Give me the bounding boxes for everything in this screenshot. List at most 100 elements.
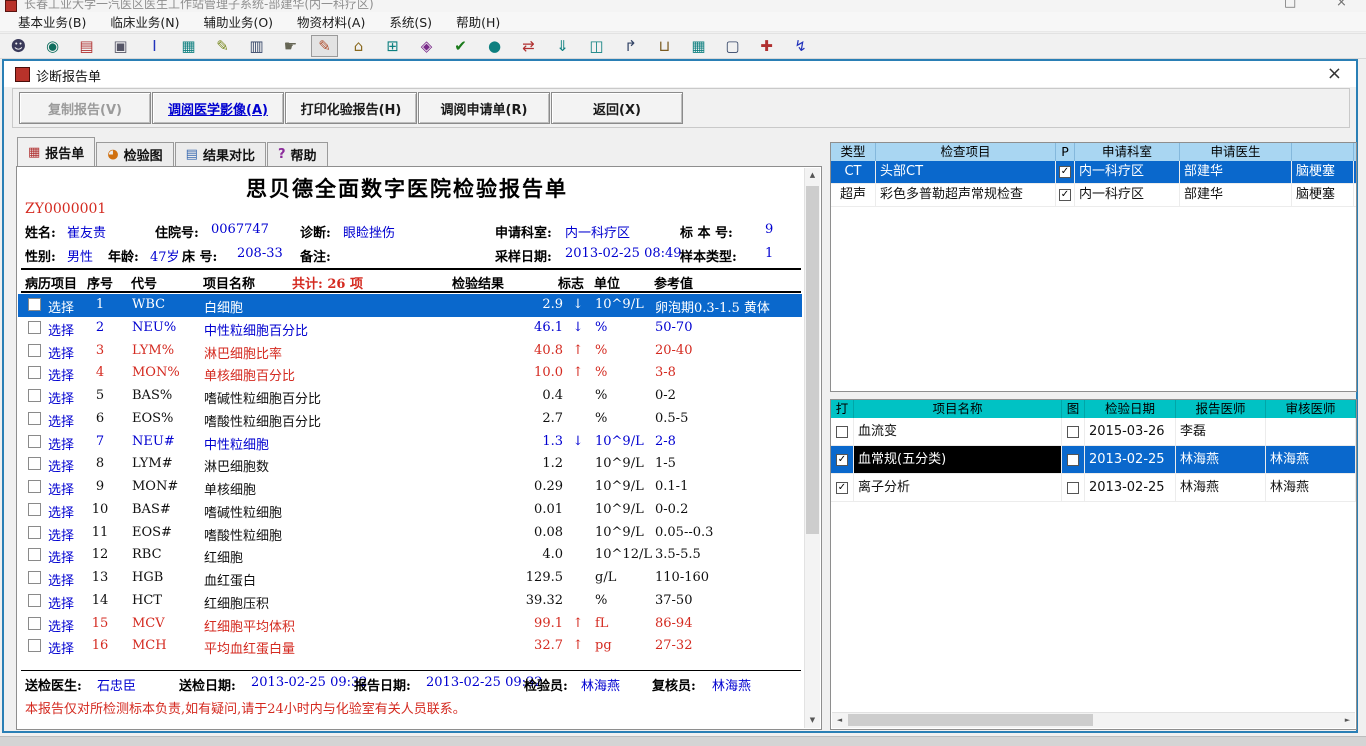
toolbar-button-24[interactable]: ↯ [787,35,814,57]
lab-row-2[interactable]: 选择2NEU%中性粒细胞百分比46.1↓%50-70 [18,317,802,340]
toolbar-button-6[interactable]: ▦ [175,35,202,57]
lab-row-4[interactable]: 选择4MON%单核细胞百分比10.0↑%3-8 [18,362,802,385]
toolbar-button-18[interactable]: ◫ [583,35,610,57]
hscrollbar-thumb[interactable] [848,714,1093,726]
lab-row-7[interactable]: 选择7NEU#中性粒细胞1.3↓10^9/L2-8 [18,431,802,454]
row-checkbox[interactable] [28,594,41,607]
row-checkbox[interactable] [28,548,41,561]
result-print-checkbox[interactable] [836,426,848,438]
row-select-label[interactable]: 选择 [48,320,74,339]
toolbar-button-19[interactable]: ↱ [617,35,644,57]
view-medical-images-button[interactable]: 调阅医学影像(A) [152,92,284,124]
toolbar-button-2[interactable]: ◉ [39,35,66,57]
report-vertical-scrollbar[interactable]: ▲ ▼ [804,168,820,728]
toolbar-button-15[interactable]: ● [481,35,508,57]
exam-print-checkbox[interactable]: ✓ [1059,189,1071,201]
tab-help[interactable]: ?帮助 [267,142,328,166]
toolbar-button-12[interactable]: ⊞ [379,35,406,57]
tab-test-chart[interactable]: ◕检验图 [96,142,173,166]
row-select-label[interactable]: 选择 [48,388,74,407]
menu-item-1[interactable]: 基本业务(B) [6,12,98,31]
row-select-label[interactable]: 选择 [48,502,74,521]
row-select-label[interactable]: 选择 [48,570,74,589]
lab-row-15[interactable]: 选择15MCV红细胞平均体积99.1↑fL86-94 [18,613,802,636]
row-checkbox[interactable] [28,321,41,334]
toolbar-button-13[interactable]: ◈ [413,35,440,57]
row-checkbox[interactable] [28,435,41,448]
scroll-down-arrow[interactable]: ▼ [805,713,820,728]
result-img-checkbox[interactable] [1067,482,1079,494]
lab-row-6[interactable]: 选择6EOS%嗜酸性粒细胞百分比2.7%0.5-5 [18,408,802,431]
return-button[interactable]: 返回(X) [551,92,683,124]
result-img-checkbox[interactable] [1067,426,1079,438]
scroll-right-arrow[interactable]: ► [1340,713,1355,728]
lab-row-8[interactable]: 选择8LYM#淋巴细胞数1.210^9/L1-5 [18,453,802,476]
lab-row-11[interactable]: 选择11EOS#嗜酸性粒细胞0.0810^9/L0.05--0.3 [18,522,802,545]
restore-button[interactable]: □ [1284,0,1296,10]
lab-row-3[interactable]: 选择3LYM%淋巴细胞比率40.8↑%20-40 [18,340,802,363]
row-checkbox[interactable] [28,457,41,470]
toolbar-button-11[interactable]: ⌂ [345,35,372,57]
row-select-label[interactable]: 选择 [48,547,74,566]
toolbar-button-22[interactable]: ▢ [719,35,746,57]
result-row-2[interactable]: ✓血常规(五分类)2013-02-25林海燕林海燕 [831,446,1356,474]
scroll-up-arrow[interactable]: ▲ [805,168,820,183]
toolbar-button-4[interactable]: ▣ [107,35,134,57]
toolbar-button-16[interactable]: ⇄ [515,35,542,57]
row-select-label[interactable]: 选择 [48,434,74,453]
lab-row-9[interactable]: 选择9MON#单核细胞0.2910^9/L0.1-1 [18,476,802,499]
row-select-label[interactable]: 选择 [48,343,74,362]
result-print-checkbox[interactable]: ✓ [836,482,848,494]
toolbar-button-9[interactable]: ☛ [277,35,304,57]
result-img-checkbox[interactable] [1067,454,1079,466]
row-select-label[interactable]: 选择 [48,456,74,475]
result-horizontal-scrollbar[interactable]: ◄ ► [832,712,1355,728]
row-select-label[interactable]: 选择 [48,365,74,384]
exam-print-checkbox[interactable]: ✓ [1059,166,1071,178]
lab-row-13[interactable]: 选择13HGB血红蛋白129.5g/L110-160 [18,567,802,590]
toolbar-button-7[interactable]: ✎ [209,35,236,57]
row-select-label[interactable]: 选择 [48,525,74,544]
scrollbar-thumb[interactable] [806,186,819,534]
exam-row-1[interactable]: CT头部CT✓内一科疗区部建华脑梗塞 [831,161,1356,184]
tab-result-compare[interactable]: ▤结果对比 [175,142,266,166]
exam-row-2[interactable]: 超声彩色多普勒超声常规检查✓内一科疗区部建华脑梗塞 [831,184,1356,207]
row-checkbox[interactable] [28,344,41,357]
row-select-label[interactable]: 选择 [48,479,74,498]
lab-row-14[interactable]: 选择14HCT红细胞压积39.32%37-50 [18,590,802,613]
row-select-label[interactable]: 选择 [48,411,74,430]
toolbar-button-21[interactable]: ▦ [685,35,712,57]
row-checkbox[interactable] [28,480,41,493]
row-select-label[interactable]: 选择 [48,616,74,635]
row-checkbox[interactable] [28,639,41,652]
result-print-checkbox[interactable]: ✓ [836,454,848,466]
toolbar-button-10[interactable]: ✎ [311,35,338,57]
print-lab-report-button[interactable]: 打印化验报告(H) [285,92,417,124]
row-checkbox[interactable] [28,617,41,630]
row-checkbox[interactable] [28,298,41,311]
row-checkbox[interactable] [28,571,41,584]
lab-row-12[interactable]: 选择12RBC红细胞4.010^12/L3.5-5.5 [18,544,802,567]
toolbar-button-23[interactable]: ✚ [753,35,780,57]
row-select-label[interactable]: 选择 [48,297,74,316]
row-checkbox[interactable] [28,366,41,379]
row-select-label[interactable]: 选择 [48,593,74,612]
window-close-button[interactable]: × [1336,0,1347,10]
scroll-left-arrow[interactable]: ◄ [832,713,847,728]
menu-item-2[interactable]: 临床业务(N) [98,12,191,31]
tab-report[interactable]: ▦报告单 [17,137,95,166]
lab-row-10[interactable]: 选择10BAS#嗜碱性粒细胞0.0110^9/L0-0.2 [18,499,802,522]
menu-item-5[interactable]: 系统(S) [377,12,444,31]
toolbar-button-20[interactable]: ⊔ [651,35,678,57]
toolbar-button-5[interactable]: Ⅰ [141,35,168,57]
lab-row-16[interactable]: 选择16MCH平均血红蛋白量32.7↑pg27-32 [18,635,802,658]
toolbar-button-8[interactable]: ▥ [243,35,270,57]
dialog-close-button[interactable]: × [1327,63,1342,84]
toolbar-button-17[interactable]: ⇓ [549,35,576,57]
view-request-form-button[interactable]: 调阅申请单(R) [418,92,550,124]
lab-row-5[interactable]: 选择5BAS%嗜碱性粒细胞百分比0.4%0-2 [18,385,802,408]
toolbar-button-3[interactable]: ▤ [73,35,100,57]
row-checkbox[interactable] [28,389,41,402]
menu-item-6[interactable]: 帮助(H) [444,12,512,31]
menu-item-3[interactable]: 辅助业务(O) [191,12,285,31]
